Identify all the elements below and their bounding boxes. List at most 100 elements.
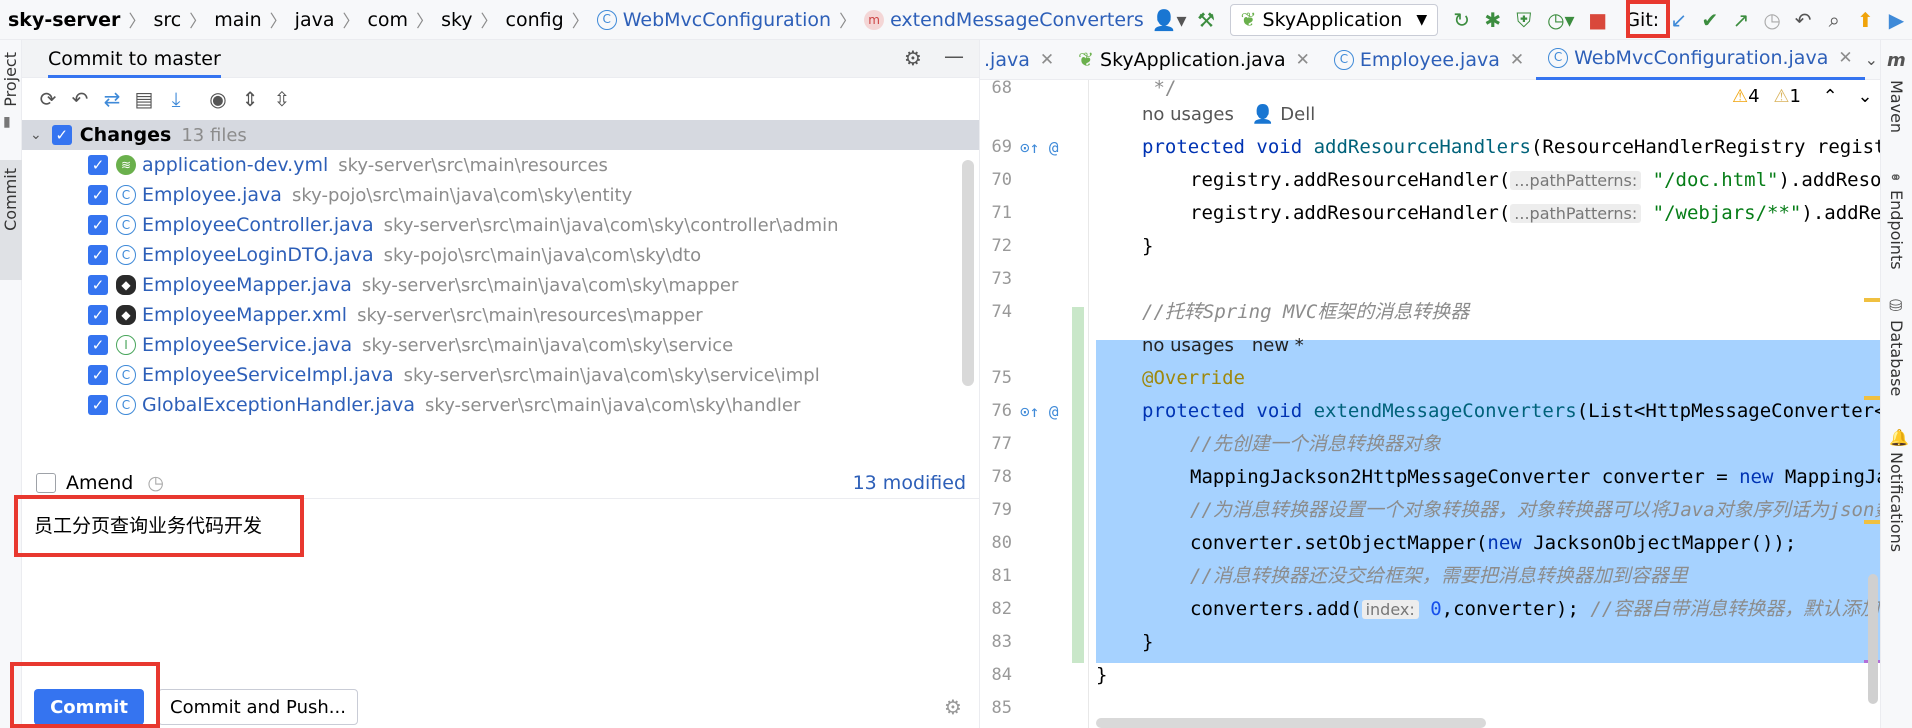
file-checkbox[interactable]: ✓ — [88, 275, 108, 295]
stop-icon[interactable]: ■ — [1582, 4, 1613, 36]
coverage-icon[interactable]: ⛨ — [1508, 4, 1539, 36]
usages-label[interactable]: no usages — [1142, 104, 1234, 125]
file-list-scrollbar[interactable] — [962, 160, 974, 386]
close-icon[interactable]: ✕ — [1296, 50, 1310, 70]
ide-logo-icon[interactable]: ▶ — [1881, 4, 1912, 36]
rerun-icon[interactable]: ↻ — [1446, 4, 1477, 36]
usage-hint-text[interactable]: no usages new * — [1142, 329, 1304, 362]
usage-hint-text[interactable]: no usages 👤 Dell — [1142, 98, 1315, 131]
file-checkbox[interactable]: ✓ — [88, 305, 108, 325]
breadcrumb-com[interactable]: com — [363, 0, 412, 39]
refresh-icon[interactable]: ⟳ — [32, 83, 64, 115]
file-row[interactable]: ✓ ◆ EmployeeMapper.java sky-server\src\main… — [22, 270, 979, 300]
breadcrumb-src[interactable]: src — [149, 0, 185, 39]
close-icon[interactable]: ✕ — [1040, 50, 1054, 70]
changes-count: 13 files — [181, 124, 247, 146]
chevron-down-icon[interactable]: ⌄ — [30, 127, 42, 143]
git-update-icon[interactable]: ↙ — [1663, 4, 1694, 36]
parameter-hint: index: — [1361, 600, 1419, 619]
horizontal-scrollbar[interactable] — [1096, 718, 1486, 728]
file-checkbox[interactable]: ✓ — [88, 335, 108, 355]
git-push-icon[interactable]: ↗ — [1725, 4, 1756, 36]
commit-button[interactable]: Commit — [34, 689, 144, 725]
history-icon[interactable]: ◷ — [147, 472, 164, 494]
breadcrumb-method[interactable]: m extendMessageConverters — [860, 0, 1148, 39]
profile-icon[interactable]: ◷▾ — [1539, 4, 1582, 36]
breadcrumb-sky[interactable]: sky — [437, 0, 476, 39]
file-path: sky-server\src\main\java\com\sky\handler — [425, 394, 801, 416]
breadcrumb-class-label: WebMvcConfiguration — [622, 8, 832, 31]
chevron-down-icon[interactable]: ⌄ — [1865, 50, 1878, 69]
close-icon[interactable]: ✕ — [1838, 48, 1852, 68]
rollback-icon[interactable]: ↶ — [1788, 4, 1819, 36]
collapse-all-icon[interactable]: ⇳ — [266, 83, 298, 115]
shelve-icon[interactable]: ⤓ — [160, 83, 192, 115]
usages-label[interactable]: no usages — [1142, 335, 1234, 356]
file-row[interactable]: ✓ C GlobalExceptionHandler.java sky-server\… — [22, 390, 979, 420]
endpoints-tool-button[interactable]: Endpoints — [1887, 190, 1906, 270]
ide-window: sky-server 〉 src 〉 main 〉 java 〉 com 〉 sky 〉 c… — [0, 0, 1912, 728]
commit-panel-title[interactable]: Commit to master — [48, 40, 221, 78]
maven-tool-button[interactable]: Maven — [1887, 80, 1906, 133]
changelist-icon[interactable]: ▤ — [128, 83, 160, 115]
user-icon[interactable]: 👤▾ — [1148, 4, 1191, 36]
amend-label[interactable]: Amend — [66, 472, 133, 494]
code-area[interactable]: ⚠4 ⚠1 ⌃ ⌄ 68 */ no usages 👤 Dell 69 ⊙↑ @ pro… — [980, 77, 1880, 728]
modified-count-link[interactable]: 13 modified — [853, 472, 966, 494]
close-icon[interactable]: ✕ — [1510, 50, 1524, 70]
file-checkbox[interactable]: ✓ — [88, 365, 108, 385]
file-checkbox[interactable]: ✓ — [88, 395, 108, 415]
changes-checkbox[interactable]: ✓ — [51, 125, 72, 145]
file-checkbox[interactable]: ✓ — [88, 245, 108, 265]
commit-and-push-button[interactable]: Commit and Push... — [158, 689, 358, 725]
history-icon[interactable]: ◷ — [1757, 4, 1788, 36]
rollback-icon[interactable]: ↶ — [64, 83, 96, 115]
file-row[interactable]: ✓ ≋ application-dev.yml sky-server\src\main… — [22, 150, 979, 180]
view-options-icon[interactable]: ◉ — [202, 83, 234, 115]
file-row[interactable]: ✓ C EmployeeLoginDTO.java sky-pojo\src\main… — [22, 240, 979, 270]
build-hammer-icon[interactable]: ⚒ — [1191, 4, 1222, 36]
file-checkbox[interactable]: ✓ — [88, 215, 108, 235]
breadcrumb-config[interactable]: config — [502, 0, 568, 39]
commit-tool-button[interactable]: Commit — [1, 168, 20, 231]
expand-all-icon[interactable]: ⇕ — [234, 83, 266, 115]
author-label[interactable]: Dell — [1280, 104, 1315, 125]
file-row[interactable]: ✓ I EmployeeService.java sky-server\src\mai… — [22, 330, 979, 360]
notifications-tool-button[interactable]: Notifications — [1887, 452, 1906, 552]
diff-icon[interactable]: ⇄ — [96, 83, 128, 115]
debug-icon[interactable]: ✱ — [1477, 4, 1508, 36]
file-row[interactable]: ✓ C EmployeeController.java sky-server\src\… — [22, 210, 979, 240]
code-pre: registry.addResourceHandler( — [1190, 202, 1511, 224]
gear-icon[interactable]: ⚙ — [904, 46, 922, 70]
minimize-icon[interactable]: — — [944, 44, 964, 68]
database-tool-button[interactable]: Database — [1887, 320, 1906, 396]
parameter-hint: ...pathPatterns: — [1510, 204, 1642, 223]
run-configuration-select[interactable]: ❦ SkyApplication ▼ — [1229, 3, 1439, 36]
amend-checkbox[interactable] — [36, 473, 56, 493]
file-name: EmployeeLoginDTO.java — [142, 244, 374, 266]
gear-icon[interactable]: ⚙ — [944, 695, 962, 719]
file-row[interactable]: ✓ C Employee.java sky-pojo\src\main\java\co… — [22, 180, 979, 210]
breadcrumb-project[interactable]: sky-server — [0, 0, 124, 39]
vertical-scrollbar[interactable] — [1868, 574, 1878, 704]
file-name: application-dev.yml — [142, 154, 329, 176]
file-row[interactable]: ✓ C EmployeeServiceImpl.java sky-server\src… — [22, 360, 979, 390]
breadcrumb-java[interactable]: java — [291, 0, 339, 39]
breadcrumb-main[interactable]: main — [210, 0, 265, 39]
commit-message-input[interactable]: 员工分页查询业务代码开发 — [34, 511, 262, 538]
project-tool-button[interactable]: Project — [1, 52, 20, 107]
file-row[interactable]: ✓ ◆ EmployeeMapper.xml sky-server\src\main\… — [22, 300, 979, 330]
git-commit-icon[interactable]: ✔ — [1694, 4, 1725, 36]
updates-icon[interactable]: ⬆ — [1850, 4, 1881, 36]
file-checkbox[interactable]: ✓ — [88, 185, 108, 205]
author-label[interactable]: new * — [1252, 335, 1304, 356]
override-gutter-icon[interactable]: ⊙↑ @ — [1020, 131, 1059, 164]
code-post: JacksonObjectMapper()); — [1521, 532, 1797, 554]
commit-message-area[interactable]: 员工分页查询业务代码开发 — [22, 498, 980, 698]
changes-group-header[interactable]: ⌄ ✓ Changes 13 files — [22, 120, 979, 150]
file-checkbox[interactable]: ✓ — [88, 155, 108, 175]
override-gutter-icon[interactable]: ⊙↑ @ — [1020, 395, 1059, 428]
spring-icon: ❦ — [1240, 8, 1257, 31]
breadcrumb-class[interactable]: C WebMvcConfiguration — [593, 0, 835, 39]
search-icon[interactable]: ⌕ — [1819, 4, 1850, 36]
